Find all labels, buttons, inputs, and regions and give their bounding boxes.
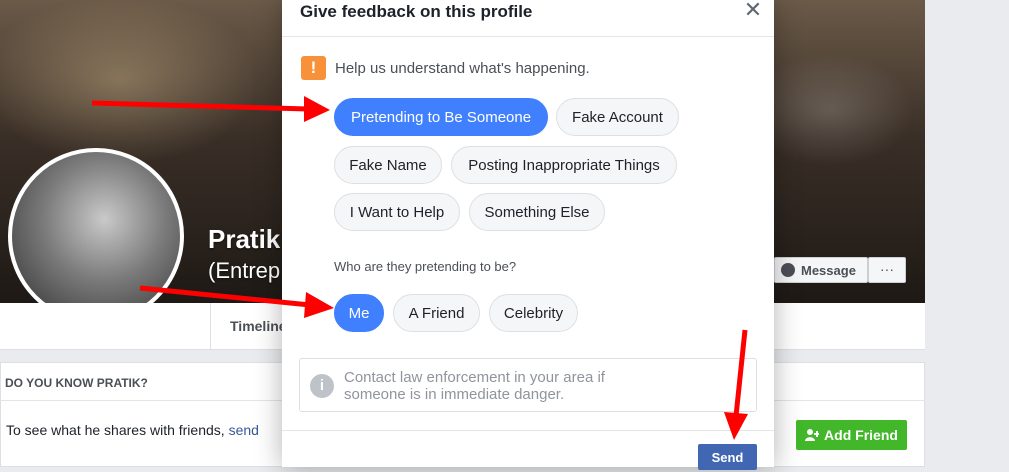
alert-icon: !	[301, 56, 326, 80]
message-button-label: Message	[801, 262, 856, 278]
target-a-friend-button[interactable]: A Friend	[393, 294, 480, 332]
reason-pretending-button[interactable]: Pretending to Be Someone	[334, 98, 548, 136]
profile-name: Pratik	[208, 224, 281, 254]
know-title: DO YOU KNOW PRATIK?	[5, 376, 148, 390]
info-text: Contact law enforcement in your area if …	[344, 369, 605, 403]
know-text-body: To see what he shares with friends,	[6, 422, 229, 438]
more-options-button[interactable]: ···	[868, 257, 906, 283]
page-background	[925, 0, 1009, 467]
info-icon: i	[310, 374, 334, 398]
info-box: i Contact law enforcement in your area i…	[299, 358, 757, 412]
profile-avatar[interactable]	[8, 148, 184, 324]
tab-divider	[210, 303, 211, 349]
help-row: ! Help us understand what's happening.	[301, 56, 590, 80]
add-friend-label: Add Friend	[824, 427, 898, 443]
footer-divider	[282, 430, 774, 431]
reason-fake-account-button[interactable]: Fake Account	[556, 98, 679, 136]
pretending-question: Who are they pretending to be?	[334, 259, 517, 274]
tab-timeline[interactable]: Timeline	[230, 318, 287, 334]
target-celebrity-button[interactable]: Celebrity	[489, 294, 578, 332]
help-text: Help us understand what's happening.	[335, 59, 590, 77]
message-button[interactable]: Message	[774, 257, 868, 283]
know-text: To see what he shares with friends, send	[6, 422, 259, 438]
reason-inappropriate-button[interactable]: Posting Inappropriate Things	[451, 146, 677, 184]
send-button[interactable]: Send	[698, 444, 757, 470]
add-friend-icon	[805, 429, 820, 441]
send-request-link[interactable]: send	[229, 422, 259, 438]
reason-something-else-button[interactable]: Something Else	[469, 193, 605, 231]
reason-fake-name-button[interactable]: Fake Name	[334, 146, 442, 184]
dialog-header: Give feedback on this profile ✕	[282, 0, 774, 37]
add-friend-button[interactable]: Add Friend	[796, 420, 907, 450]
close-icon[interactable]: ✕	[743, 0, 763, 21]
target-me-button[interactable]: Me	[334, 294, 384, 332]
feedback-dialog: Give feedback on this profile ✕ ! Help u…	[282, 0, 774, 470]
reason-want-to-help-button[interactable]: I Want to Help	[334, 193, 460, 231]
messenger-icon	[781, 263, 795, 277]
profile-subtitle: (Entrep	[208, 258, 281, 283]
dialog-title: Give feedback on this profile	[300, 2, 533, 21]
